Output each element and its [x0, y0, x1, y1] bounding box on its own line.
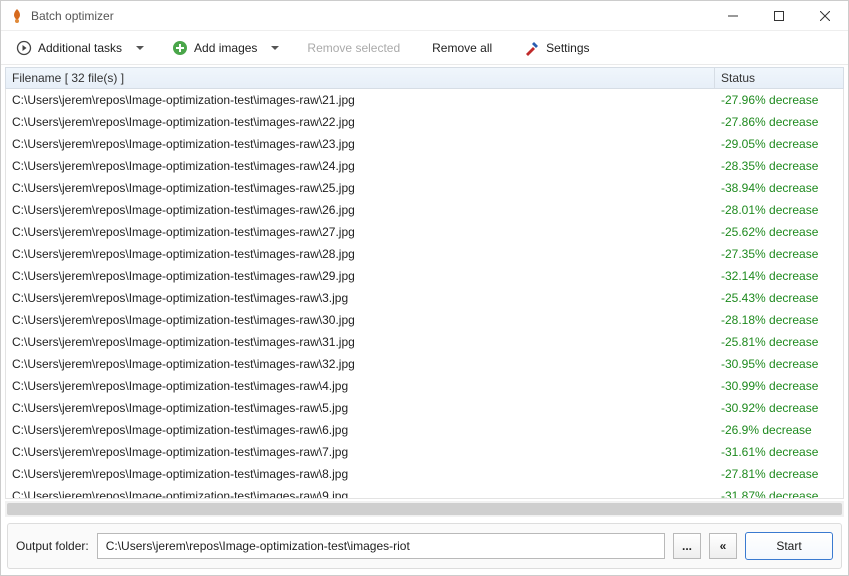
filename-cell: C:\Users\jerem\repos\Image-optimization-… — [6, 463, 715, 485]
start-button[interactable]: Start — [745, 532, 833, 560]
filename-cell: C:\Users\jerem\repos\Image-optimization-… — [6, 111, 715, 133]
additional-tasks-label: Additional tasks — [38, 41, 122, 55]
filename-cell: C:\Users\jerem\repos\Image-optimization-… — [6, 375, 715, 397]
table-row[interactable]: C:\Users\jerem\repos\Image-optimization-… — [6, 375, 843, 397]
output-folder-input[interactable] — [97, 533, 665, 559]
table-row[interactable]: C:\Users\jerem\repos\Image-optimization-… — [6, 155, 843, 177]
filename-cell: C:\Users\jerem\repos\Image-optimization-… — [6, 485, 715, 499]
filename-cell: C:\Users\jerem\repos\Image-optimization-… — [6, 441, 715, 463]
filename-cell: C:\Users\jerem\repos\Image-optimization-… — [6, 177, 715, 199]
table-row[interactable]: C:\Users\jerem\repos\Image-optimization-… — [6, 441, 843, 463]
status-cell: -25.81% decrease — [715, 331, 843, 353]
remove-all-label: Remove all — [432, 41, 492, 55]
output-folder-label: Output folder: — [16, 539, 89, 553]
table-row[interactable]: C:\Users\jerem\repos\Image-optimization-… — [6, 265, 843, 287]
table-row[interactable]: C:\Users\jerem\repos\Image-optimization-… — [6, 287, 843, 309]
settings-label: Settings — [546, 41, 589, 55]
table-row[interactable]: C:\Users\jerem\repos\Image-optimization-… — [6, 89, 843, 111]
add-images-button[interactable]: Add images — [163, 34, 266, 62]
file-list: Filename [ 32 file(s) ] Status C:\Users\… — [5, 67, 844, 499]
status-cell: -30.95% decrease — [715, 353, 843, 375]
status-cell: -38.94% decrease — [715, 177, 843, 199]
minimize-button[interactable] — [710, 1, 756, 31]
status-cell: -28.35% decrease — [715, 155, 843, 177]
additional-tasks-button[interactable]: Additional tasks — [7, 34, 131, 62]
status-cell: -32.14% decrease — [715, 265, 843, 287]
status-cell: -31.87% decrease — [715, 485, 843, 499]
settings-button[interactable]: Settings — [515, 34, 598, 62]
filename-cell: C:\Users\jerem\repos\Image-optimization-… — [6, 419, 715, 441]
close-button[interactable] — [802, 1, 848, 31]
filename-cell: C:\Users\jerem\repos\Image-optimization-… — [6, 397, 715, 419]
app-icon — [9, 8, 25, 24]
filename-cell: C:\Users\jerem\repos\Image-optimization-… — [6, 155, 715, 177]
titlebar: Batch optimizer — [1, 1, 848, 31]
add-images-label: Add images — [194, 41, 257, 55]
status-cell: -30.92% decrease — [715, 397, 843, 419]
filename-cell: C:\Users\jerem\repos\Image-optimization-… — [6, 199, 715, 221]
status-cell: -25.43% decrease — [715, 287, 843, 309]
table-row[interactable]: C:\Users\jerem\repos\Image-optimization-… — [6, 419, 843, 441]
table-row[interactable]: C:\Users\jerem\repos\Image-optimization-… — [6, 177, 843, 199]
table-row[interactable]: C:\Users\jerem\repos\Image-optimization-… — [6, 221, 843, 243]
filename-cell: C:\Users\jerem\repos\Image-optimization-… — [6, 221, 715, 243]
filename-header[interactable]: Filename [ 32 file(s) ] — [6, 68, 715, 88]
window: Batch optimizer Additional tasks Add ima… — [0, 0, 849, 576]
tools-icon — [524, 40, 540, 56]
footer: Output folder: ... « Start — [7, 523, 842, 569]
filename-cell: C:\Users\jerem\repos\Image-optimization-… — [6, 265, 715, 287]
filename-cell: C:\Users\jerem\repos\Image-optimization-… — [6, 287, 715, 309]
table-row[interactable]: C:\Users\jerem\repos\Image-optimization-… — [6, 397, 843, 419]
table-row[interactable]: C:\Users\jerem\repos\Image-optimization-… — [6, 353, 843, 375]
filename-cell: C:\Users\jerem\repos\Image-optimization-… — [6, 309, 715, 331]
list-header: Filename [ 32 file(s) ] Status — [5, 67, 844, 89]
browse-button[interactable]: ... — [673, 533, 701, 559]
toolbar: Additional tasks Add images Remove selec… — [1, 31, 848, 65]
filename-cell: C:\Users\jerem\repos\Image-optimization-… — [6, 89, 715, 111]
filename-cell: C:\Users\jerem\repos\Image-optimization-… — [6, 353, 715, 375]
table-row[interactable]: C:\Users\jerem\repos\Image-optimization-… — [6, 309, 843, 331]
table-row[interactable]: C:\Users\jerem\repos\Image-optimization-… — [6, 199, 843, 221]
status-cell: -27.86% decrease — [715, 111, 843, 133]
remove-selected-label: Remove selected — [307, 41, 400, 55]
status-cell: -26.9% decrease — [715, 419, 843, 441]
recent-folders-button[interactable]: « — [709, 533, 737, 559]
status-cell: -25.62% decrease — [715, 221, 843, 243]
table-row[interactable]: C:\Users\jerem\repos\Image-optimization-… — [6, 485, 843, 499]
status-cell: -27.35% decrease — [715, 243, 843, 265]
plus-circle-icon — [172, 40, 188, 56]
status-cell: -28.01% decrease — [715, 199, 843, 221]
maximize-button[interactable] — [756, 1, 802, 31]
list-body[interactable]: C:\Users\jerem\repos\Image-optimization-… — [5, 89, 844, 499]
add-images-dropdown[interactable] — [266, 34, 284, 62]
additional-tasks-dropdown[interactable] — [131, 34, 149, 62]
status-cell: -27.96% decrease — [715, 89, 843, 111]
window-title: Batch optimizer — [31, 9, 710, 23]
status-cell: -28.18% decrease — [715, 309, 843, 331]
filename-cell: C:\Users\jerem\repos\Image-optimization-… — [6, 133, 715, 155]
table-row[interactable]: C:\Users\jerem\repos\Image-optimization-… — [6, 243, 843, 265]
status-cell: -31.61% decrease — [715, 441, 843, 463]
table-row[interactable]: C:\Users\jerem\repos\Image-optimization-… — [6, 133, 843, 155]
scrollbar-thumb[interactable] — [7, 503, 842, 515]
filename-cell: C:\Users\jerem\repos\Image-optimization-… — [6, 243, 715, 265]
filename-cell: C:\Users\jerem\repos\Image-optimization-… — [6, 331, 715, 353]
play-circle-icon — [16, 40, 32, 56]
remove-all-button[interactable]: Remove all — [423, 34, 501, 62]
status-cell: -29.05% decrease — [715, 133, 843, 155]
status-cell: -27.81% decrease — [715, 463, 843, 485]
horizontal-scrollbar[interactable] — [5, 501, 844, 517]
status-header[interactable]: Status — [715, 68, 843, 88]
table-row[interactable]: C:\Users\jerem\repos\Image-optimization-… — [6, 463, 843, 485]
remove-selected-button[interactable]: Remove selected — [298, 34, 409, 62]
status-cell: -30.99% decrease — [715, 375, 843, 397]
table-row[interactable]: C:\Users\jerem\repos\Image-optimization-… — [6, 331, 843, 353]
table-row[interactable]: C:\Users\jerem\repos\Image-optimization-… — [6, 111, 843, 133]
